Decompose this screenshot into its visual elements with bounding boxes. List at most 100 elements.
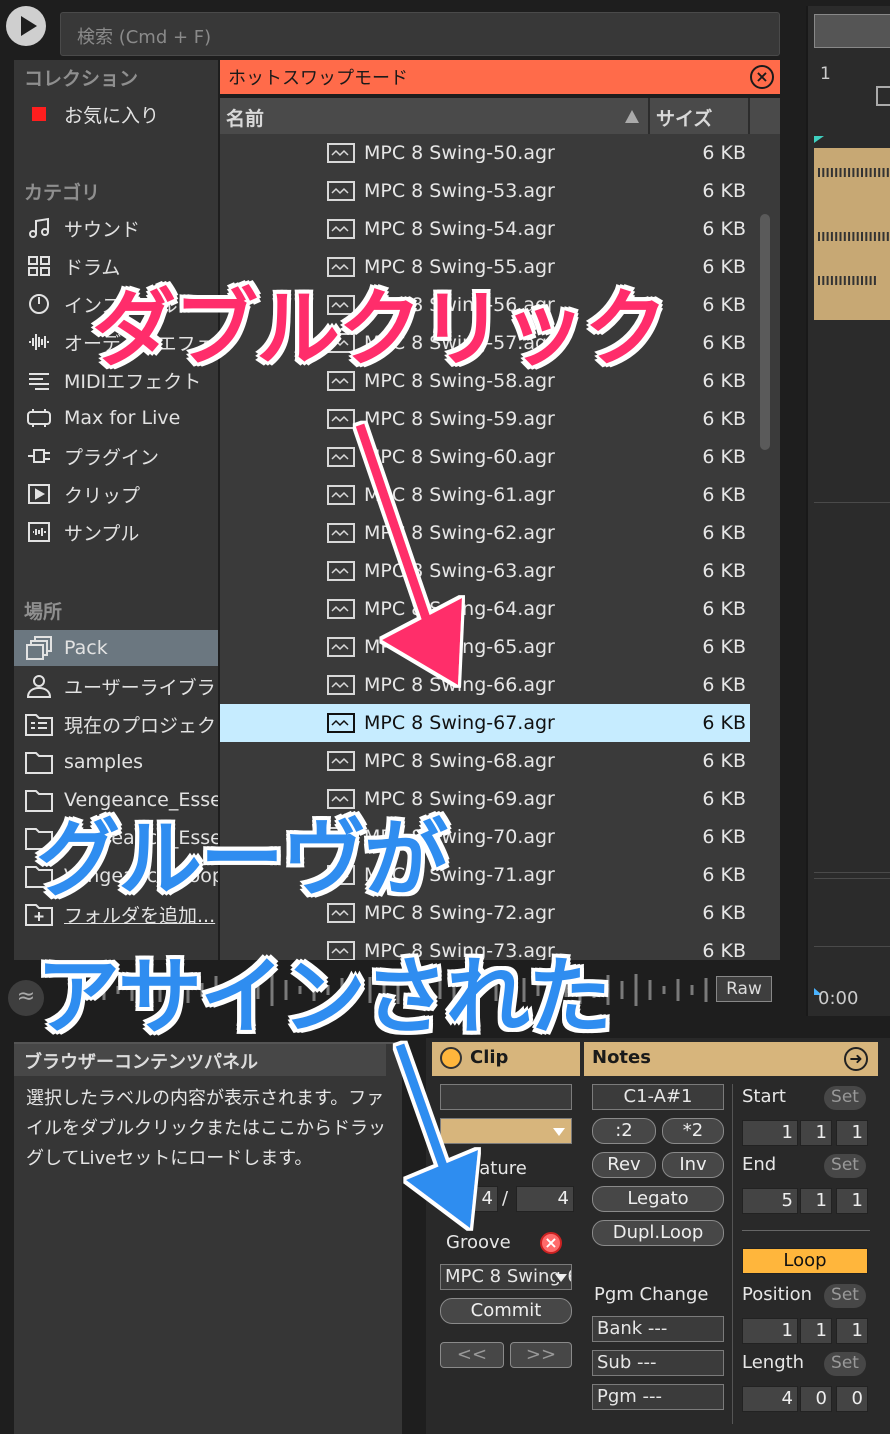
signature-denominator[interactable]: 4 xyxy=(516,1186,574,1212)
column-name[interactable]: 名前 xyxy=(226,104,264,131)
file-name: MPC 8 Swing-59.agr xyxy=(364,408,555,430)
start-value[interactable]: 1 xyxy=(800,1120,832,1146)
close-icon[interactable]: × xyxy=(750,65,774,89)
midi-note xyxy=(822,232,825,241)
file-size: 6 KB xyxy=(702,598,746,620)
length-value[interactable]: 0 xyxy=(800,1386,832,1412)
file-size: 6 KB xyxy=(702,370,746,392)
arrow-right-icon[interactable]: ➜ xyxy=(844,1047,868,1071)
sidebar-item-place[interactable]: samples xyxy=(14,744,218,780)
pgm-field[interactable]: Pgm --- xyxy=(592,1384,724,1410)
groove-remove-icon[interactable]: × xyxy=(540,1232,562,1254)
sidebar-item-category[interactable]: サウンド xyxy=(14,210,218,246)
file-size: 6 KB xyxy=(702,332,746,354)
file-row[interactable]: MPC 8 Swing-68.agr 6 KB xyxy=(220,742,750,780)
clip-name-field[interactable] xyxy=(440,1084,572,1110)
midi-note xyxy=(882,168,885,177)
midi-note xyxy=(839,168,842,177)
sidebar-item-category[interactable]: サンプル xyxy=(14,514,218,550)
overview-strip[interactable] xyxy=(814,14,890,48)
commit-button[interactable]: Commit xyxy=(440,1298,572,1324)
length-set-button[interactable]: Set xyxy=(824,1352,866,1376)
sidebar-item-place[interactable]: ユーザーライブラリ xyxy=(14,668,218,704)
file-row[interactable]: MPC 8 Swing-53.agr 6 KB xyxy=(220,172,750,210)
clip-color-select[interactable] xyxy=(440,1118,572,1144)
sidebar-item-category[interactable]: Max for Live xyxy=(14,400,218,436)
position-value[interactable]: 1 xyxy=(836,1318,868,1344)
play-icon xyxy=(21,16,37,36)
sidebar-item-category[interactable]: クリップ xyxy=(14,476,218,512)
chevron-down-icon xyxy=(555,1274,567,1282)
file-name: MPC 8 Swing-63.agr xyxy=(364,560,555,582)
midi-note xyxy=(835,276,838,285)
length-value[interactable]: 0 xyxy=(836,1386,868,1412)
groove-file-icon xyxy=(327,675,355,695)
prev-button[interactable]: << xyxy=(440,1342,504,1368)
reverse-button[interactable]: Rev xyxy=(592,1152,656,1178)
sample-icon xyxy=(24,519,54,545)
sub-field[interactable]: Sub --- xyxy=(592,1350,724,1376)
sidebar-item-favorites[interactable]: お気に入り xyxy=(14,96,218,132)
arrangement-clip[interactable] xyxy=(814,148,890,320)
file-row[interactable]: MPC 8 Swing-65.agr 6 KB xyxy=(220,628,750,666)
file-name: MPC 8 Swing-54.agr xyxy=(364,218,555,240)
position-value[interactable]: 1 xyxy=(800,1318,832,1344)
file-row[interactable]: MPC 8 Swing-66.agr 6 KB xyxy=(220,666,750,704)
hotswap-label: ホットスワップモード xyxy=(228,68,408,89)
note-range-field[interactable]: C1-A#1 xyxy=(592,1084,724,1110)
start-label: Start xyxy=(742,1086,786,1107)
length-value[interactable]: 4 xyxy=(742,1386,798,1412)
signature-numerator[interactable]: 4 xyxy=(440,1186,498,1212)
sidebar-item-category[interactable]: プラグイン xyxy=(14,438,218,474)
column-size[interactable]: サイズ xyxy=(656,104,712,131)
midi-note xyxy=(826,276,829,285)
file-row[interactable]: MPC 8 Swing-62.agr 6 KB xyxy=(220,514,750,552)
file-row[interactable]: MPC 8 Swing-63.agr 6 KB xyxy=(220,552,750,590)
start-value[interactable]: 1 xyxy=(836,1120,868,1146)
loop-button[interactable]: Loop xyxy=(742,1248,868,1274)
search-input[interactable]: 検索 (Cmd + F) xyxy=(60,12,780,56)
play-button[interactable] xyxy=(6,6,46,46)
column-divider[interactable] xyxy=(648,98,650,134)
end-value[interactable]: 1 xyxy=(800,1188,832,1214)
groove-select[interactable]: MPC 8 Swing-67 xyxy=(440,1264,572,1290)
groove-file-icon xyxy=(327,485,355,505)
invert-button[interactable]: Inv xyxy=(662,1152,724,1178)
next-button[interactable]: >> xyxy=(510,1342,572,1368)
scrollbar[interactable] xyxy=(760,214,770,450)
file-row[interactable]: MPC 8 Swing-61.agr 6 KB xyxy=(220,476,750,514)
file-size: 6 KB xyxy=(702,864,746,886)
raw-button[interactable]: Raw xyxy=(716,976,772,1002)
position-set-button[interactable]: Set xyxy=(824,1284,866,1308)
file-row[interactable]: MPC 8 Swing-54.agr 6 KB xyxy=(220,210,750,248)
file-row[interactable]: MPC 8 Swing-67.agr 6 KB xyxy=(220,704,750,742)
file-row[interactable]: MPC 8 Swing-64.agr 6 KB xyxy=(220,590,750,628)
multiply-2-button[interactable]: *2 xyxy=(662,1118,724,1144)
file-size: 6 KB xyxy=(702,142,746,164)
end-value[interactable]: 1 xyxy=(836,1188,868,1214)
legato-button[interactable]: Legato xyxy=(592,1186,724,1212)
sidebar-item-place[interactable]: Pack xyxy=(14,630,218,666)
midi-note xyxy=(869,232,872,241)
file-row[interactable]: MPC 8 Swing-60.agr 6 KB xyxy=(220,438,750,476)
file-name: MPC 8 Swing-66.agr xyxy=(364,674,555,696)
file-row[interactable]: MPC 8 Swing-59.agr 6 KB xyxy=(220,400,750,438)
end-set-button[interactable]: Set xyxy=(824,1154,866,1178)
divider xyxy=(732,1084,733,1424)
start-value[interactable]: 1 xyxy=(742,1120,798,1146)
midi-note xyxy=(826,168,829,177)
end-value[interactable]: 5 xyxy=(742,1188,798,1214)
file-size: 6 KB xyxy=(702,750,746,772)
divide-2-button[interactable]: :2 xyxy=(592,1118,656,1144)
sidebar-item-label: ユーザーライブラリ xyxy=(64,676,218,699)
file-row[interactable]: MPC 8 Swing-50.agr 6 KB xyxy=(220,134,750,172)
start-set-button[interactable]: Set xyxy=(824,1086,866,1110)
midi-note xyxy=(861,232,863,241)
midi-note xyxy=(878,168,881,177)
sidebar-item-place[interactable]: 現在のプロジェクト xyxy=(14,706,218,742)
file-name: MPC 8 Swing-60.agr xyxy=(364,446,555,468)
position-value[interactable]: 1 xyxy=(742,1318,798,1344)
time-label: 0:00 xyxy=(818,988,859,1009)
duplicate-loop-button[interactable]: Dupl.Loop xyxy=(592,1220,724,1246)
bank-field[interactable]: Bank --- xyxy=(592,1316,724,1342)
